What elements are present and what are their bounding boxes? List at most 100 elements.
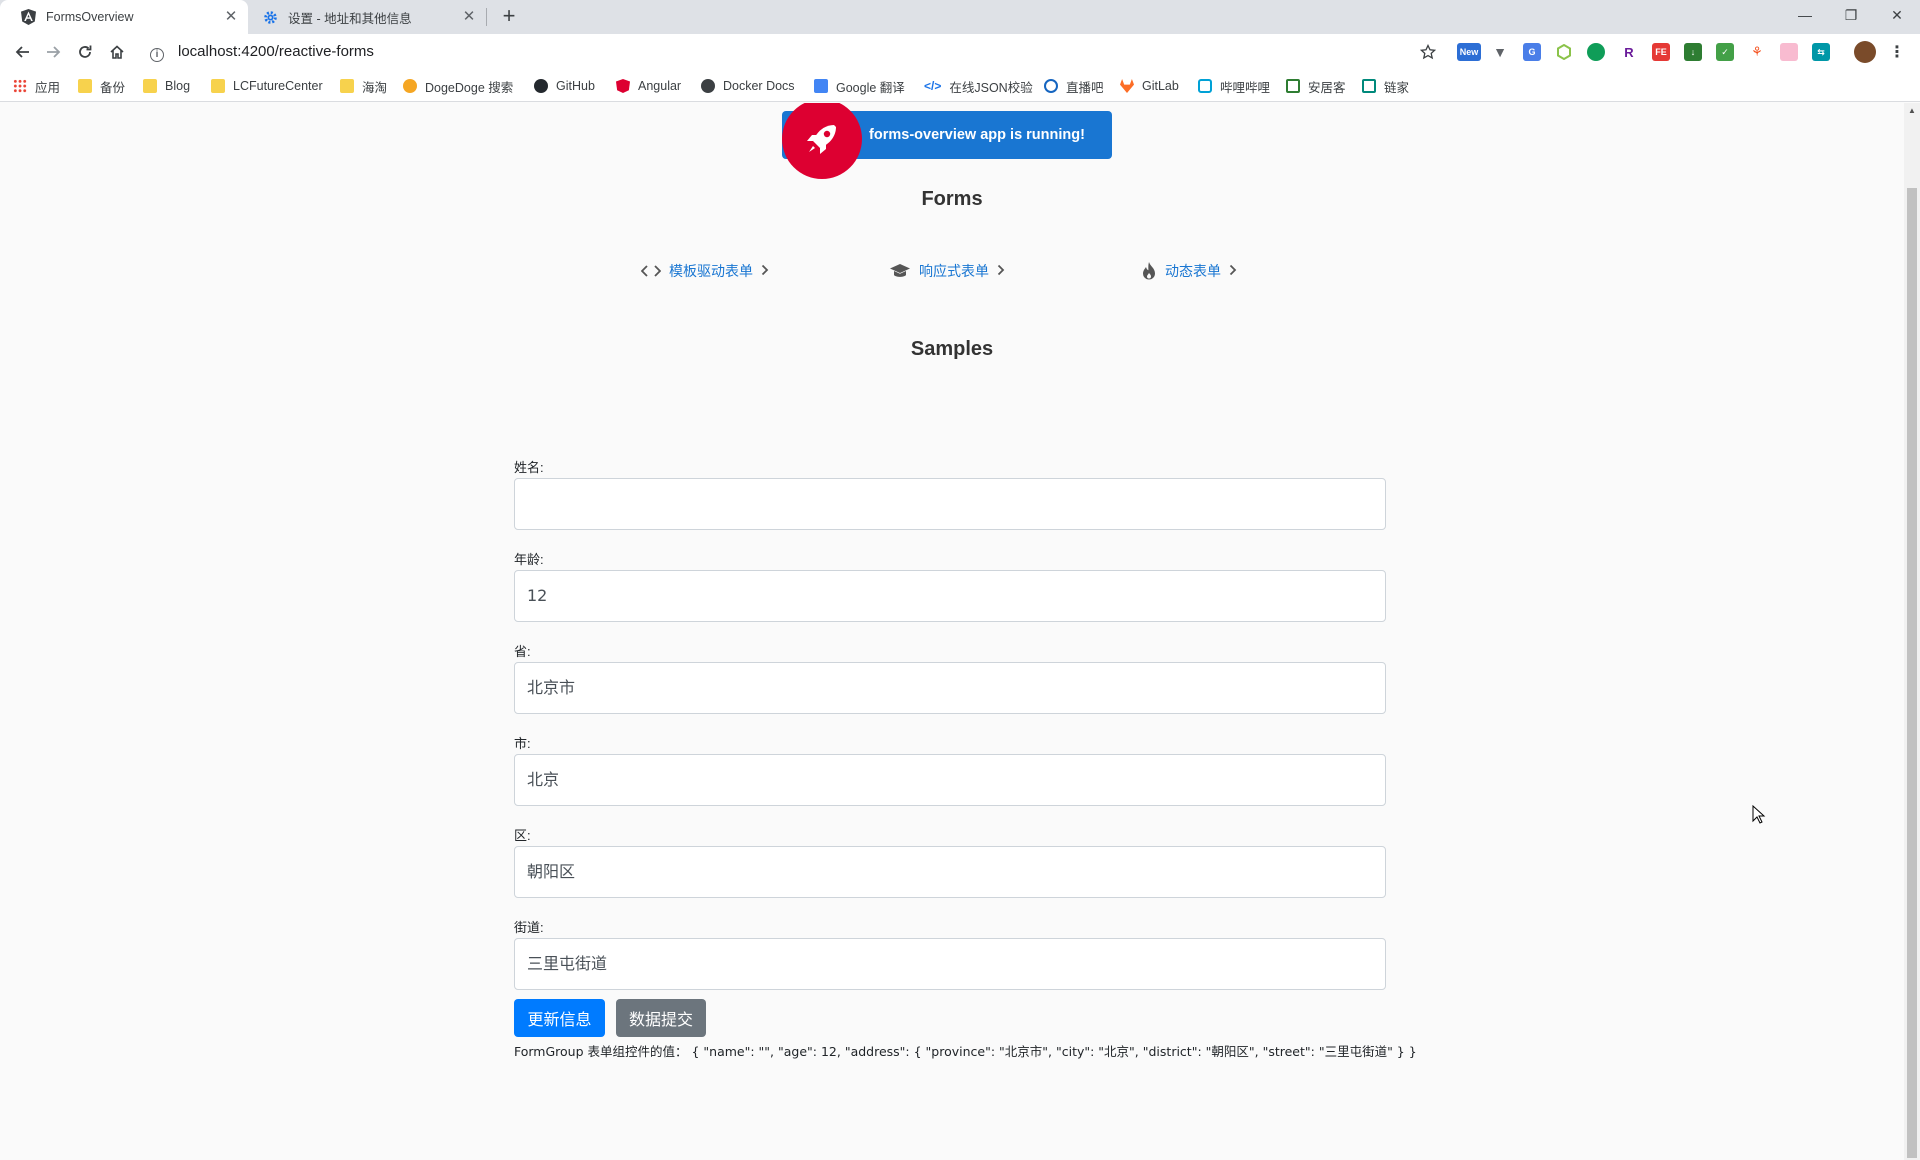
vue-devtools-icon[interactable]: ▼ bbox=[1491, 43, 1509, 61]
bookmark-lianjia[interactable]: 链家 bbox=[1362, 77, 1409, 95]
bookmark-gitlab[interactable]: GitLab bbox=[1120, 77, 1179, 95]
bookmark-angular[interactable]: Angular bbox=[616, 77, 681, 95]
back-button[interactable] bbox=[10, 40, 34, 64]
bookmark-star-button[interactable] bbox=[1416, 40, 1440, 64]
bookmarks-bar: 应用 备份 Blog LCFutureCenter 海淘 DogeDoge 搜索… bbox=[0, 70, 1920, 102]
samples-heading: Samples bbox=[910, 338, 994, 360]
r-extension-icon[interactable]: R bbox=[1620, 43, 1638, 61]
hexagon-extension-icon[interactable] bbox=[1555, 43, 1573, 61]
scroll-up-arrow-icon[interactable]: ▲ bbox=[1908, 106, 1916, 115]
page-content: forms-overview app is running! Forms 模板驱… bbox=[0, 103, 1904, 1160]
tab-settings[interactable]: 设置 - 地址和其他信息 ✕ bbox=[242, 0, 486, 34]
graduation-cap-icon bbox=[889, 263, 911, 279]
download-extension-icon[interactable]: ↓ bbox=[1684, 43, 1702, 61]
minimize-button[interactable]: — bbox=[1782, 0, 1828, 30]
age-label: 年龄: bbox=[514, 552, 544, 567]
district-label: 区: bbox=[514, 828, 531, 843]
bookmark-zhibo8[interactable]: 直播吧 bbox=[1044, 77, 1104, 95]
google-translate-icon bbox=[814, 79, 828, 93]
tab-title: 设置 - 地址和其他信息 bbox=[288, 11, 412, 26]
link-dynamic-forms[interactable]: 动态表单 bbox=[1141, 261, 1237, 281]
close-window-button[interactable]: ✕ bbox=[1874, 0, 1920, 30]
submit-data-button[interactable]: 数据提交 bbox=[616, 999, 706, 1037]
gitlab-icon bbox=[1120, 79, 1134, 93]
docker-icon bbox=[701, 79, 715, 93]
bookmark-folder[interactable]: 备份 bbox=[78, 77, 125, 95]
bookmark-dogedoge[interactable]: DogeDoge 搜索 bbox=[403, 77, 513, 95]
scrollbar-thumb[interactable] bbox=[1907, 188, 1917, 1158]
province-label: 省: bbox=[514, 644, 531, 659]
share-extension-icon[interactable]: ⚘ bbox=[1748, 43, 1766, 61]
folder-icon bbox=[340, 79, 354, 93]
address-bar[interactable]: i localhost:4200/reactive-forms bbox=[150, 43, 374, 62]
bookmark-github[interactable]: GitHub bbox=[534, 77, 595, 95]
link-template-driven-forms[interactable]: 模板驱动表单 bbox=[641, 261, 769, 281]
restore-button[interactable]: ❐ bbox=[1828, 0, 1874, 30]
green-extension-icon[interactable] bbox=[1587, 43, 1605, 61]
star-icon bbox=[1420, 44, 1436, 60]
bookmark-docker[interactable]: Docker Docs bbox=[701, 77, 795, 95]
browser-toolbar: i localhost:4200/reactive-forms New ▼ G R… bbox=[0, 34, 1920, 70]
folder-icon bbox=[78, 79, 92, 93]
home-icon bbox=[110, 45, 124, 59]
close-tab-icon[interactable]: ✕ bbox=[460, 8, 478, 26]
city-label: 市: bbox=[514, 736, 531, 751]
reload-button[interactable] bbox=[73, 40, 97, 64]
avatar[interactable] bbox=[1854, 41, 1876, 63]
street-input[interactable]: 三里屯街道 bbox=[514, 938, 1386, 990]
dogedoge-icon bbox=[403, 79, 417, 93]
name-label: 姓名: bbox=[514, 460, 544, 475]
new-tab-button[interactable]: + bbox=[497, 5, 521, 29]
bookmark-anjuke[interactable]: 安居客 bbox=[1286, 77, 1346, 95]
angular-icon bbox=[616, 79, 630, 93]
district-input[interactable]: 朝阳区 bbox=[514, 846, 1386, 898]
angular-icon bbox=[20, 9, 36, 25]
anjuke-icon bbox=[1286, 79, 1300, 93]
formgroup-value-text: FormGroup 表单组控件的值： { "name": "", "age": … bbox=[514, 1044, 1417, 1059]
json-icon: </> bbox=[924, 79, 942, 93]
bookmark-folder[interactable]: Blog bbox=[143, 77, 190, 95]
province-input[interactable]: 北京市 bbox=[514, 662, 1386, 714]
update-info-button[interactable]: 更新信息 bbox=[514, 999, 605, 1037]
apps-grid-icon bbox=[13, 79, 27, 93]
chevron-right-icon bbox=[761, 263, 769, 279]
lianjia-icon bbox=[1362, 79, 1376, 93]
fe-extension-icon[interactable]: FE bbox=[1652, 43, 1670, 61]
bookmark-bilibili[interactable]: 哔哩哔哩 bbox=[1198, 77, 1270, 95]
bookmark-json[interactable]: </> 在线JSON校验 bbox=[924, 77, 1033, 95]
link-reactive-forms[interactable]: 响应式表单 bbox=[889, 261, 1005, 281]
forward-button[interactable] bbox=[42, 40, 66, 64]
page-scrollbar[interactable]: ▲ bbox=[1904, 103, 1920, 1160]
bookmark-google-translate[interactable]: Google 翻译 bbox=[814, 77, 905, 95]
zhibo8-icon bbox=[1044, 79, 1058, 93]
tab-separator bbox=[486, 8, 487, 26]
bookmark-folder[interactable]: LCFutureCenter bbox=[211, 77, 323, 95]
shield-extension-icon[interactable]: ✓ bbox=[1716, 43, 1734, 61]
github-icon bbox=[534, 79, 548, 93]
tab-forms-overview[interactable]: FormsOverview ✕ bbox=[0, 0, 248, 34]
pink-extension-icon[interactable] bbox=[1780, 43, 1798, 61]
reload-icon bbox=[79, 45, 92, 58]
extension-new-icon[interactable]: New bbox=[1457, 43, 1481, 61]
code-brackets-icon bbox=[641, 264, 661, 278]
age-input[interactable]: 12 bbox=[514, 570, 1386, 622]
bookmark-apps[interactable]: 应用 bbox=[13, 77, 60, 95]
city-input[interactable]: 北京 bbox=[514, 754, 1386, 806]
bookmark-folder[interactable]: 海淘 bbox=[340, 77, 387, 95]
close-tab-icon[interactable]: ✕ bbox=[222, 8, 240, 26]
translate-extension-icon[interactable]: G bbox=[1523, 43, 1541, 61]
site-info-icon[interactable]: i bbox=[150, 48, 164, 62]
reactive-form: 姓名: 年龄: 12 省: 北京市 市: 北京 区: 朝阳区 街道: 三里屯街道 bbox=[514, 458, 1386, 1010]
chevron-right-icon bbox=[997, 263, 1005, 279]
tab-strip: FormsOverview ✕ 设置 - 地址和其他信息 ✕ + — ❐ ✕ bbox=[0, 0, 1920, 34]
screen-extension-icon[interactable]: ⇆ bbox=[1812, 43, 1830, 61]
banner-text: forms-overview app is running! bbox=[869, 127, 1085, 143]
menu-dots-icon[interactable]: ⋮ bbox=[1888, 43, 1906, 61]
folder-icon bbox=[211, 79, 225, 93]
rocket-icon bbox=[782, 103, 862, 179]
folder-icon bbox=[143, 79, 157, 93]
home-button[interactable] bbox=[105, 40, 129, 64]
name-input[interactable] bbox=[514, 478, 1386, 530]
mouse-cursor-icon bbox=[1752, 804, 1766, 830]
forward-arrow-icon bbox=[47, 46, 61, 58]
